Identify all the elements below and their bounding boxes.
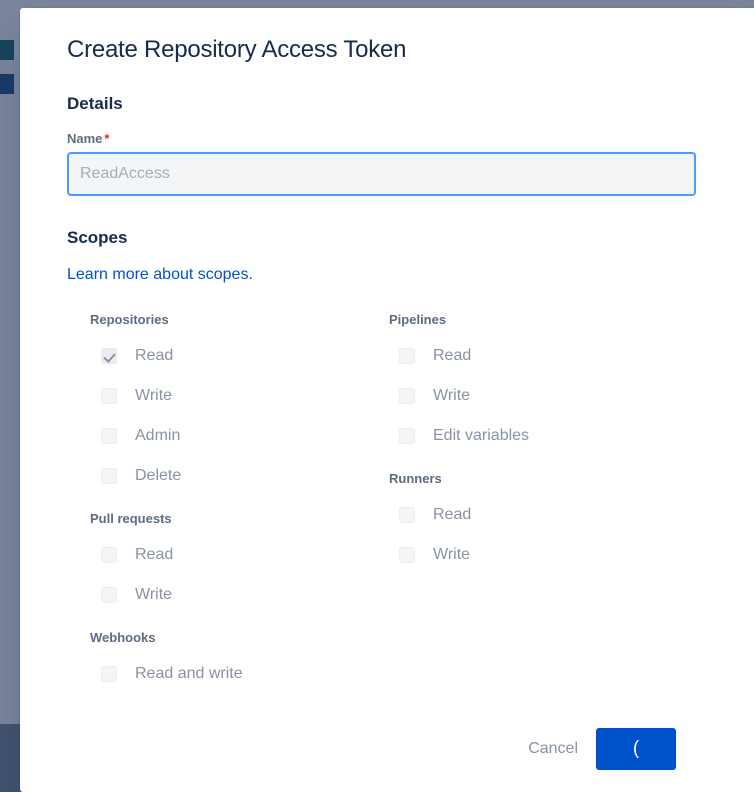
- background-icon-strip: [0, 40, 14, 108]
- checkbox-icon[interactable]: [101, 428, 117, 444]
- scope-checkbox-runners-read[interactable]: Read: [377, 495, 687, 535]
- scope-group-webhooks: Webhooks Read and write: [67, 629, 377, 694]
- cancel-button[interactable]: Cancel: [518, 732, 588, 766]
- checkbox-icon[interactable]: [101, 666, 117, 682]
- scope-checkbox-runners-write[interactable]: Write: [377, 535, 687, 575]
- scope-group-repositories: Repositories Read Write Admin Delete: [67, 311, 377, 496]
- scope-checkbox-pull-requests-write[interactable]: Write: [67, 575, 377, 615]
- scope-group-title: Webhooks: [90, 630, 156, 645]
- name-input[interactable]: [67, 152, 696, 196]
- scope-label: Read: [433, 347, 472, 364]
- submit-button[interactable]: (: [596, 728, 676, 770]
- scope-checkbox-pipelines-edit-variables[interactable]: Edit variables: [377, 416, 687, 456]
- scope-checkbox-repositories-write[interactable]: Write: [67, 376, 377, 416]
- details-section: Details Name *: [67, 94, 717, 196]
- create-repository-access-token-dialog: Create Repository Access Token Details N…: [20, 8, 754, 792]
- document-icon: [0, 40, 14, 60]
- scope-label: Edit variables: [433, 427, 530, 444]
- scope-checkbox-webhooks-read-and-write[interactable]: Read and write: [67, 654, 377, 694]
- scope-label: Write: [135, 586, 173, 603]
- checkbox-icon[interactable]: [399, 547, 415, 563]
- scopes-section: Scopes Learn more about scopes. Reposito…: [67, 228, 717, 700]
- required-asterisk: *: [104, 131, 110, 146]
- scope-checkbox-repositories-delete[interactable]: Delete: [67, 456, 377, 496]
- checkbox-icon[interactable]: [101, 468, 117, 484]
- scope-checkbox-pull-requests-read[interactable]: Read: [67, 535, 377, 575]
- scope-label: Read: [433, 506, 472, 523]
- scope-checkbox-pipelines-read[interactable]: Read: [377, 336, 687, 376]
- checkbox-icon[interactable]: [399, 428, 415, 444]
- checkbox-icon[interactable]: [399, 388, 415, 404]
- dialog-title: Create Repository Access Token: [67, 36, 407, 63]
- dialog-footer: Cancel (: [20, 720, 754, 792]
- checkbox-icon[interactable]: [101, 587, 117, 603]
- scopes-columns: Repositories Read Write Admin Delete Pul…: [67, 311, 717, 700]
- scope-label: Write: [433, 387, 471, 404]
- scope-label: Write: [433, 546, 471, 563]
- scope-group-title: Runners: [389, 471, 442, 486]
- dialog-body: Create Repository Access Token Details N…: [20, 8, 754, 720]
- checkbox-icon[interactable]: [399, 348, 415, 364]
- checkbox-icon[interactable]: [101, 348, 117, 364]
- scopes-column-right: Pipelines Read Write Edit variables Runn…: [377, 311, 687, 700]
- scope-label: Read: [135, 546, 174, 563]
- scope-group-title: Repositories: [90, 312, 169, 327]
- name-label-text: Name: [67, 131, 103, 146]
- scope-label: Admin: [135, 427, 181, 444]
- learn-more-about-scopes-link[interactable]: Learn more about scopes.: [67, 265, 253, 285]
- details-heading: Details: [67, 94, 123, 113]
- scopes-column-left: Repositories Read Write Admin Delete Pul…: [67, 311, 377, 700]
- scope-label: Read and write: [135, 665, 243, 682]
- scope-group-pull-requests: Pull requests Read Write: [67, 510, 377, 615]
- checkbox-icon[interactable]: [101, 547, 117, 563]
- scope-label: Read: [135, 347, 174, 364]
- scope-checkbox-repositories-read[interactable]: Read: [67, 336, 377, 376]
- scopes-heading: Scopes: [67, 228, 128, 247]
- scope-label: Delete: [135, 467, 182, 484]
- checkbox-icon[interactable]: [101, 388, 117, 404]
- scope-checkbox-pipelines-write[interactable]: Write: [377, 376, 687, 416]
- scope-group-runners: Runners Read Write: [377, 470, 687, 575]
- brand-logo-icon: [0, 74, 14, 94]
- checkbox-icon[interactable]: [399, 507, 415, 523]
- scope-checkbox-repositories-admin[interactable]: Admin: [67, 416, 377, 456]
- name-field-label: Name *: [67, 131, 717, 146]
- scope-group-pipelines: Pipelines Read Write Edit variables: [377, 311, 687, 456]
- scope-group-title: Pull requests: [90, 511, 172, 526]
- scope-label: Write: [135, 387, 173, 404]
- scope-group-title: Pipelines: [389, 312, 447, 327]
